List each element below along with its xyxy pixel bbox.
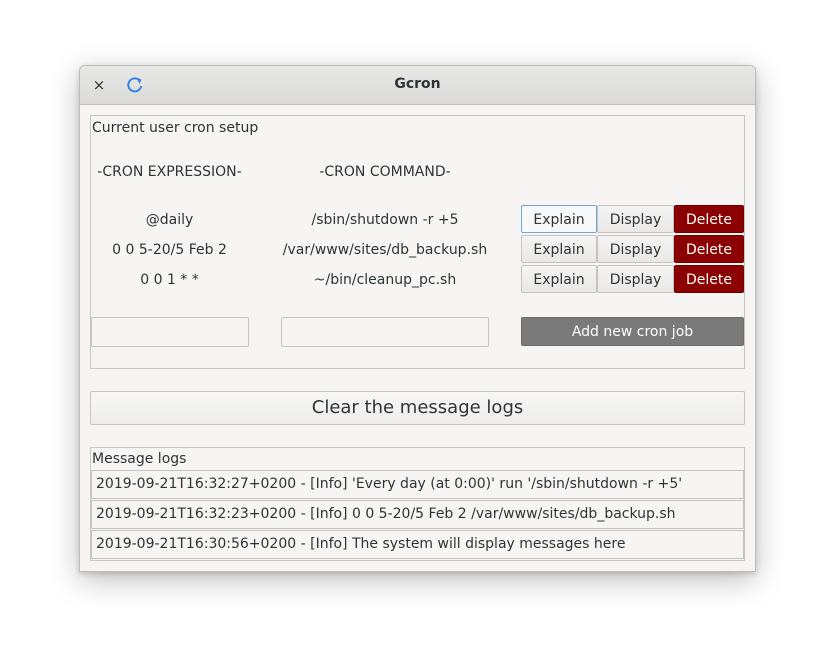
explain-button[interactable]: Explain [521, 235, 597, 263]
message-logs-frame: Message logs 2019-09-21T16:32:27+0200 - … [90, 447, 745, 561]
cron-setup-frame: Current user cron setup -CRON EXPRESSION… [90, 115, 745, 369]
delete-button[interactable]: Delete [674, 265, 744, 293]
gcron-window: × Gcron Current user cron setup -CRON EX… [79, 65, 756, 572]
clear-logs-button[interactable]: Clear the message logs [90, 391, 745, 425]
expression-header: -CRON EXPRESSION- [97, 164, 242, 180]
log-entry[interactable]: 2019-09-21T16:32:27+0200 - [Info] 'Every… [91, 470, 744, 499]
explain-button[interactable]: Explain [521, 265, 597, 293]
job-command: /sbin/shutdown -r +5 [311, 212, 459, 228]
display-button[interactable]: Display [597, 235, 674, 263]
delete-button[interactable]: Delete [674, 205, 744, 233]
cron-setup-label: Current user cron setup [92, 120, 259, 136]
job-expression: 0 0 1 * * [140, 272, 199, 288]
job-expression: 0 0 5-20/5 Feb 2 [112, 242, 227, 258]
window-title: Gcron [394, 76, 441, 92]
job-command: /var/www/sites/db_backup.sh [282, 242, 488, 258]
display-button[interactable]: Display [597, 265, 674, 293]
job-expression: @daily [145, 212, 194, 228]
message-logs-label: Message logs [92, 451, 187, 467]
new-command-input[interactable] [281, 317, 489, 347]
delete-button[interactable]: Delete [674, 235, 744, 263]
command-header: -CRON COMMAND- [319, 164, 451, 180]
new-expression-input[interactable] [91, 317, 249, 347]
explain-button[interactable]: Explain [521, 205, 597, 233]
job-command: ~/bin/cleanup_pc.sh [313, 272, 457, 288]
add-cron-job-button[interactable]: Add new cron job [521, 317, 744, 346]
display-button[interactable]: Display [597, 205, 674, 233]
log-entry[interactable]: 2019-09-21T16:30:56+0200 - [Info] The sy… [91, 530, 744, 559]
titlebar: × Gcron [80, 66, 755, 105]
log-entry[interactable]: 2019-09-21T16:32:23+0200 - [Info] 0 0 5-… [91, 500, 744, 529]
